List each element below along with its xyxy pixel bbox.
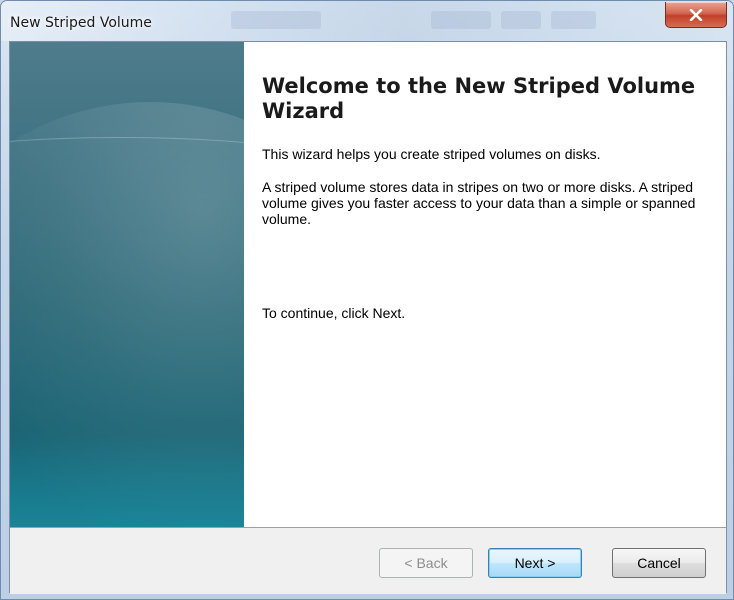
wizard-content: Welcome to the New Striped Volume Wizard… xyxy=(244,42,726,527)
background-blur xyxy=(501,11,541,29)
wizard-side-banner xyxy=(10,42,244,527)
background-blur xyxy=(231,11,321,29)
back-button-label: < Back xyxy=(404,555,448,571)
wizard-button-bar: < Back Next > Cancel xyxy=(10,528,726,594)
cancel-button-label: Cancel xyxy=(637,555,681,571)
background-blur xyxy=(551,11,596,29)
banner-bottom-glow xyxy=(10,437,244,527)
wizard-heading: Welcome to the New Striped Volume Wizard xyxy=(262,74,696,123)
close-x-icon xyxy=(689,8,703,21)
back-button[interactable]: < Back xyxy=(379,548,473,578)
banner-arc xyxy=(10,137,244,257)
next-button[interactable]: Next > xyxy=(488,548,582,578)
close-button[interactable] xyxy=(665,2,727,28)
wizard-intro-text: This wizard helps you create striped vol… xyxy=(262,146,601,162)
window-title: New Striped Volume xyxy=(10,15,152,31)
wizard-description-text: A striped volume stores data in stripes … xyxy=(262,179,696,227)
next-button-label: Next > xyxy=(514,555,556,571)
title-bar[interactable]: New Striped Volume xyxy=(1,1,733,41)
background-blur xyxy=(431,11,491,29)
wizard-window: New Striped Volume Welcome to the New St… xyxy=(0,0,734,600)
wizard-client-area: Welcome to the New Striped Volume Wizard… xyxy=(9,41,727,594)
cancel-button[interactable]: Cancel xyxy=(612,548,706,578)
wizard-instruction-text: To continue, click Next. xyxy=(262,305,406,321)
